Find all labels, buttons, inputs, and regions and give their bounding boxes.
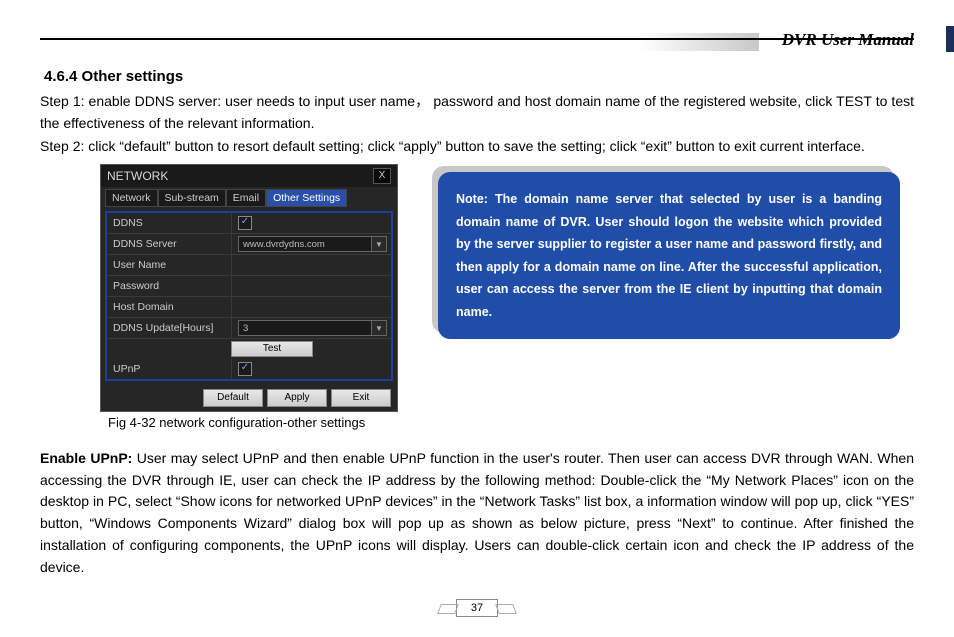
row-ddns-update-label: DDNS Update[Hours] [107, 318, 232, 338]
dialog-titlebar: NETWORK X [101, 165, 397, 187]
step2-text: Step 2: click “default” button to resort… [40, 136, 914, 158]
enable-upnp-paragraph: Enable UPnP: User may select UPnP and th… [40, 448, 914, 578]
dialog-tabs: Network Sub-stream Email Other Settings [101, 187, 397, 211]
page-number-wrap: 37 [0, 599, 954, 617]
row-ddns-label: DDNS [107, 213, 232, 233]
exit-button[interactable]: Exit [331, 389, 391, 407]
dialog-footer: Default Apply Exit [101, 385, 397, 411]
manual-title: DVR User Manual [782, 30, 914, 50]
row-hostdomain-label: Host Domain [107, 297, 232, 317]
step1-text: Step 1: enable DDNS server: user needs t… [40, 91, 914, 134]
chevron-down-icon: ▼ [371, 237, 386, 251]
ddns-server-value: www.dvrdydns.com [243, 239, 325, 250]
dialog-title: NETWORK [107, 169, 373, 183]
hostdomain-input[interactable] [232, 297, 391, 317]
network-dialog: NETWORK X Network Sub-stream Email Other… [100, 164, 398, 412]
ddns-server-select[interactable]: www.dvrdydns.com ▼ [238, 236, 387, 252]
header-bar-decor [946, 26, 954, 52]
ddns-update-select[interactable]: 3 ▼ [238, 320, 387, 336]
chevron-down-icon: ▼ [371, 321, 386, 335]
apply-button[interactable]: Apply [267, 389, 327, 407]
enable-upnp-text: User may select UPnP and then enable UPn… [40, 450, 914, 574]
upnp-checkbox[interactable]: ✓ [238, 362, 252, 376]
row-password-label: Password [107, 276, 232, 296]
page-number: 37 [456, 599, 498, 617]
note-text: Note: The domain name server that select… [438, 172, 900, 339]
row-username-label: User Name [107, 255, 232, 275]
ddns-update-value: 3 [243, 323, 248, 334]
close-button[interactable]: X [373, 168, 391, 184]
tab-other-settings[interactable]: Other Settings [266, 189, 347, 207]
tab-network[interactable]: Network [105, 189, 158, 207]
figure-caption: Fig 4-32 network configuration-other set… [100, 415, 398, 430]
header-rule [40, 38, 914, 40]
dialog-body: DDNS ✓ DDNS Server www.dvrdydns.com ▼ [105, 211, 393, 381]
username-input[interactable] [232, 255, 391, 275]
enable-upnp-bold: Enable UPnP: [40, 450, 137, 466]
tab-substream[interactable]: Sub-stream [158, 189, 226, 207]
default-button[interactable]: Default [203, 389, 263, 407]
section-heading: 4.6.4 Other settings [44, 68, 914, 85]
note-box: Note: The domain name server that select… [438, 172, 900, 339]
row-upnp-label: UPnP [107, 359, 232, 379]
password-input[interactable] [232, 276, 391, 296]
test-button[interactable]: Test [231, 341, 313, 357]
row-ddns-server-label: DDNS Server [107, 234, 232, 254]
ddns-checkbox[interactable]: ✓ [238, 216, 252, 230]
header-gradient-decor [639, 33, 759, 51]
tab-email[interactable]: Email [226, 189, 266, 207]
